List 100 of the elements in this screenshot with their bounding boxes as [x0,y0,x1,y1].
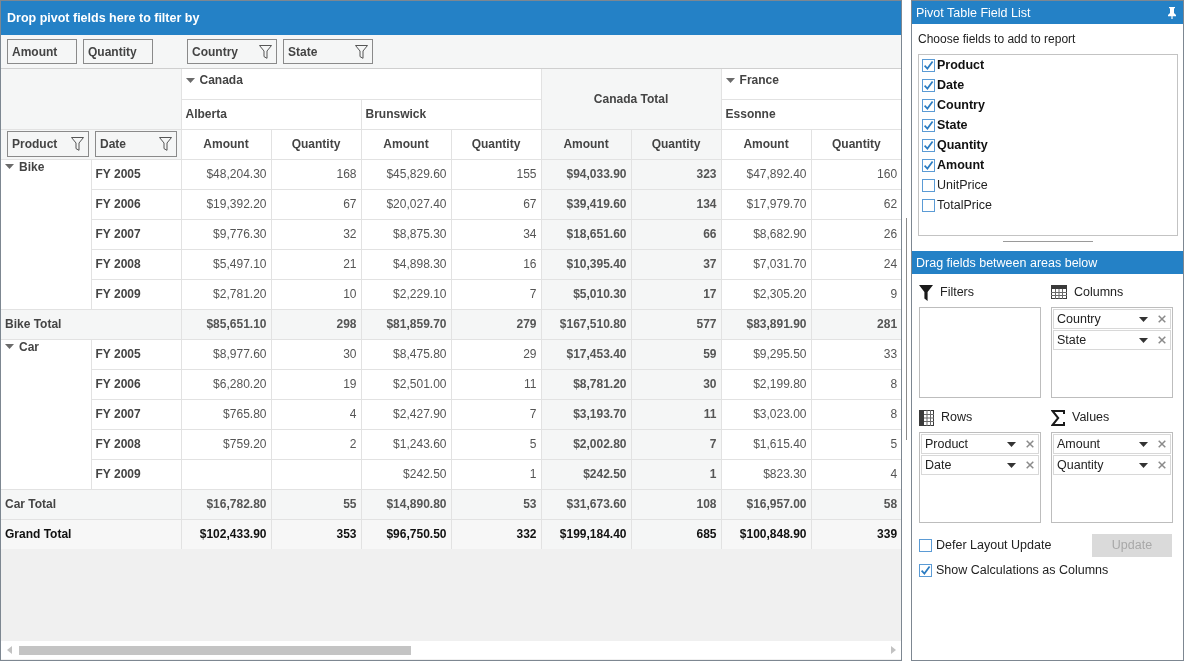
checkbox[interactable] [919,538,932,552]
funnel-icon[interactable] [259,44,272,59]
caret-icon[interactable] [1139,337,1148,343]
table-cell: 59 [631,339,722,369]
caret-icon[interactable] [1139,316,1148,322]
table-cell: $1,243.60 [361,429,451,459]
splitter-handle[interactable] [906,218,907,440]
table-cell: $823.30 [721,459,812,489]
checkbox[interactable] [922,178,935,192]
table-cell: $16,957.00 [721,489,812,519]
field-button[interactable]: Product [7,131,89,157]
table-cell: $2,781.20 [181,279,271,309]
table-icon [1051,285,1067,299]
field-chip[interactable]: Date [921,455,1039,475]
close-icon[interactable] [1158,461,1166,469]
horizontal-scrollbar[interactable] [1,641,901,659]
field-button[interactable]: Quantity [83,39,153,64]
funnel-icon[interactable] [355,44,368,59]
checkbox[interactable] [922,78,935,92]
table-cell: 1 [631,459,722,489]
table-cell: 108 [631,489,722,519]
row-header: Bike Total [1,309,181,339]
field-chip[interactable]: Quantity [1053,455,1171,475]
checkbox[interactable] [922,158,935,172]
table-cell: $242.50 [541,459,632,489]
column-header: Canada [199,73,243,87]
table-cell: 53 [451,489,542,519]
table-cell: 1 [451,459,542,489]
table-cell: $8,781.20 [541,369,632,399]
field-chip[interactable]: Country [1053,309,1171,329]
close-icon[interactable] [1026,440,1034,448]
field-chip[interactable]: Amount [1053,434,1171,454]
table-cell: 577 [631,309,722,339]
table-cell: $6,280.20 [181,369,271,399]
table-cell: $19,392.20 [181,189,271,219]
row-header: Grand Total [1,519,181,549]
field-button[interactable]: Date [95,131,177,157]
table-cell: 298 [271,309,361,339]
pin-icon[interactable] [1167,6,1177,19]
table-cell: $83,891.90 [721,309,812,339]
close-icon[interactable] [1158,315,1166,323]
caret-icon[interactable] [1139,462,1148,468]
row-header: Car Total [1,489,181,519]
row-header: FY 2005 [91,339,181,369]
checkbox[interactable] [922,198,935,212]
table-cell: $2,305.20 [721,279,812,309]
table-cell: $39,419.60 [541,189,632,219]
table-cell: 7 [451,279,542,309]
field-button[interactable]: Country [187,39,277,64]
table-cell: 11 [451,369,542,399]
checkbox[interactable] [919,563,932,577]
table-cell: 4 [271,399,361,429]
table-cell: $48,204.30 [181,159,271,189]
close-icon[interactable] [1026,461,1034,469]
table-cell: 685 [631,519,722,549]
row-header: FY 2008 [91,249,181,279]
table-cell: $47,892.40 [721,159,812,189]
field-label: Country [937,98,985,112]
table-cell: 67 [451,189,542,219]
row-header: FY 2006 [91,189,181,219]
table-cell: $199,184.40 [541,519,632,549]
column-header: Amount [721,129,812,159]
checkbox-label: Defer Layout Update [936,538,1052,552]
table-cell: 17 [631,279,722,309]
field-label: Quantity [937,138,988,152]
table-cell: 281 [811,309,902,339]
funnel-icon[interactable] [159,137,172,151]
checkbox[interactable] [922,138,935,152]
scrollbar-thumb[interactable] [19,645,411,655]
column-header: Amount [541,129,632,159]
prompt-text: Choose fields to add to report [917,31,1077,48]
close-icon[interactable] [1158,440,1166,448]
splitter-handle[interactable] [1002,241,1093,243]
caret-icon[interactable] [1139,441,1148,447]
caret-icon[interactable] [1007,462,1016,468]
table-cell: 11 [631,399,722,429]
table-cell: 32 [271,219,361,249]
checkbox[interactable] [922,58,935,72]
column-header: Canada Total [541,69,722,129]
table-cell: 29 [451,339,542,369]
sigma-icon [1051,410,1065,426]
table-cell: $5,010.30 [541,279,632,309]
checkbox[interactable] [922,98,935,112]
table-cell: $96,750.50 [361,519,451,549]
field-chip[interactable]: State [1053,330,1171,350]
table-cell: $765.80 [181,399,271,429]
field-chip[interactable]: Product [921,434,1039,454]
funnel-icon[interactable] [71,137,84,151]
table-cell: 339 [811,519,902,549]
close-icon[interactable] [1158,336,1166,344]
caret-icon[interactable] [1007,441,1016,447]
column-header: Quantity [271,129,361,159]
checkbox[interactable] [922,118,935,132]
table-cell: $2,199.80 [721,369,812,399]
field-button[interactable]: Amount [7,39,77,64]
field-label: Product [937,58,985,72]
field-button[interactable]: State [283,39,373,64]
table-cell: 10 [271,279,361,309]
row-header: FY 2007 [91,399,181,429]
field-label: Amount [937,158,985,172]
